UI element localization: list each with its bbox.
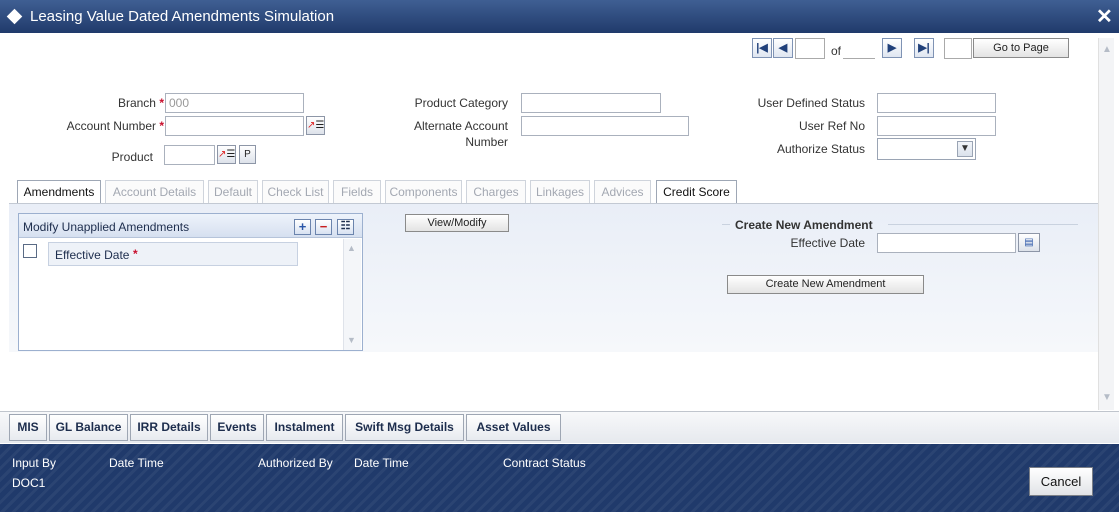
main-scrollbar[interactable]: ▲ ▼ [1098, 38, 1114, 410]
prev-page-button[interactable]: ◀ [773, 38, 793, 58]
tab-credit-score[interactable]: Credit Score [656, 180, 737, 204]
alternate-account-label: Alternate Account [413, 119, 508, 133]
calendar-icon[interactable]: ▤ [1018, 233, 1040, 252]
product-lov-icon[interactable]: ↗☰ [217, 145, 236, 164]
create-new-amendment-button[interactable]: Create New Amendment [727, 275, 924, 294]
product-category-field[interactable] [521, 93, 661, 113]
authorized-date-time-label: Date Time [354, 456, 409, 470]
gl-balance-button[interactable]: GL Balance [49, 414, 128, 441]
tab-amendments[interactable]: Amendments [17, 180, 101, 204]
events-button[interactable]: Events [210, 414, 264, 441]
grid-scroll-down-icon[interactable]: ▼ [347, 335, 356, 345]
remove-row-icon[interactable]: − [315, 219, 332, 235]
account-number-label: Account Number * [66, 119, 164, 133]
account-lov-icon[interactable]: ↗☰ [306, 116, 325, 135]
scroll-up-icon[interactable]: ▲ [1099, 44, 1115, 58]
account-number-field[interactable] [165, 116, 304, 136]
tab-account-details[interactable]: Account Details [105, 180, 204, 204]
product-p-button[interactable]: P [239, 145, 256, 164]
tab-default[interactable]: Default [208, 180, 258, 204]
total-pages-field [843, 38, 875, 59]
asset-values-button[interactable]: Asset Values [466, 414, 561, 441]
authorized-by-label: Authorized By [258, 456, 333, 470]
chevron-down-icon[interactable]: ▼ [957, 141, 973, 157]
grid-scroll-up-icon[interactable]: ▲ [347, 243, 356, 253]
input-by-label: Input By [12, 456, 57, 470]
tab-fields[interactable]: Fields [333, 180, 381, 204]
tab-advices[interactable]: Advices [594, 180, 651, 204]
create-amendment-section-title: Create New Amendment [735, 218, 873, 232]
first-page-button[interactable]: |◀ [752, 38, 772, 58]
user-defined-status-field[interactable] [877, 93, 996, 113]
date-time-label: Date Time [109, 456, 164, 470]
instalment-button[interactable]: Instalment [266, 414, 343, 441]
next-page-button[interactable]: ▶ [882, 38, 902, 58]
contract-status-label: Contract Status [503, 456, 586, 470]
product-category-label: Product Category [414, 96, 508, 110]
effective-date-column-header: Effective Date * [48, 242, 298, 266]
app-icon [6, 8, 23, 25]
fieldset-line-right [888, 224, 1078, 225]
window: Leasing Value Dated Amendments Simulatio… [0, 0, 1119, 512]
window-title: Leasing Value Dated Amendments Simulatio… [30, 8, 335, 25]
tab-linkages[interactable]: Linkages [530, 180, 590, 204]
input-by-value: DOC1 [12, 476, 46, 490]
branch-field[interactable]: 000 [165, 93, 304, 113]
required-mark: * [133, 247, 138, 261]
mis-button[interactable]: MIS [9, 414, 47, 441]
product-field[interactable] [164, 145, 215, 165]
authorize-status-label: Authorize Status [776, 142, 865, 156]
branch-label: Branch * [117, 96, 164, 110]
close-icon[interactable]: ✕ [1096, 4, 1113, 29]
authorize-status-select[interactable]: ▼ [877, 138, 976, 160]
effective-date-label: Effective Date [790, 236, 865, 250]
grid-title: Modify Unapplied Amendments [23, 220, 190, 234]
single-view-icon[interactable]: ☷ [337, 219, 354, 235]
user-ref-no-field[interactable] [877, 116, 996, 136]
user-defined-status-label: User Defined Status [757, 96, 865, 110]
goto-page-input[interactable] [944, 38, 972, 59]
tab-components[interactable]: Components [385, 180, 462, 204]
product-label: Product [111, 150, 153, 164]
irr-details-button[interactable]: IRR Details [130, 414, 208, 441]
current-page-input[interactable] [795, 38, 825, 59]
audit-footer [0, 444, 1119, 512]
go-to-page-button[interactable]: Go to Page [973, 38, 1069, 58]
tab-charges[interactable]: Charges [466, 180, 526, 204]
title-bar: Leasing Value Dated Amendments Simulatio… [0, 0, 1119, 33]
tab-check-list[interactable]: Check List [262, 180, 329, 204]
swift-msg-details-button[interactable]: Swift Msg Details [345, 414, 464, 441]
last-page-button[interactable]: ▶| [914, 38, 934, 58]
alternate-account-label-2: Number [465, 135, 508, 149]
cancel-button[interactable]: Cancel [1029, 467, 1093, 496]
user-ref-no-label: User Ref No [798, 119, 865, 133]
select-all-checkbox[interactable] [23, 244, 37, 258]
fieldset-line-left [722, 224, 730, 225]
scroll-down-icon[interactable]: ▼ [1099, 392, 1115, 406]
grid-scrollbar[interactable]: ▲ ▼ [343, 239, 361, 350]
add-row-icon[interactable]: + [294, 219, 311, 235]
of-label: of [831, 44, 842, 58]
alternate-account-field[interactable] [521, 116, 689, 136]
view-modify-button[interactable]: View/Modify [405, 214, 509, 232]
effective-date-field[interactable] [877, 233, 1016, 253]
effective-date-column-label: Effective Date [55, 248, 130, 262]
